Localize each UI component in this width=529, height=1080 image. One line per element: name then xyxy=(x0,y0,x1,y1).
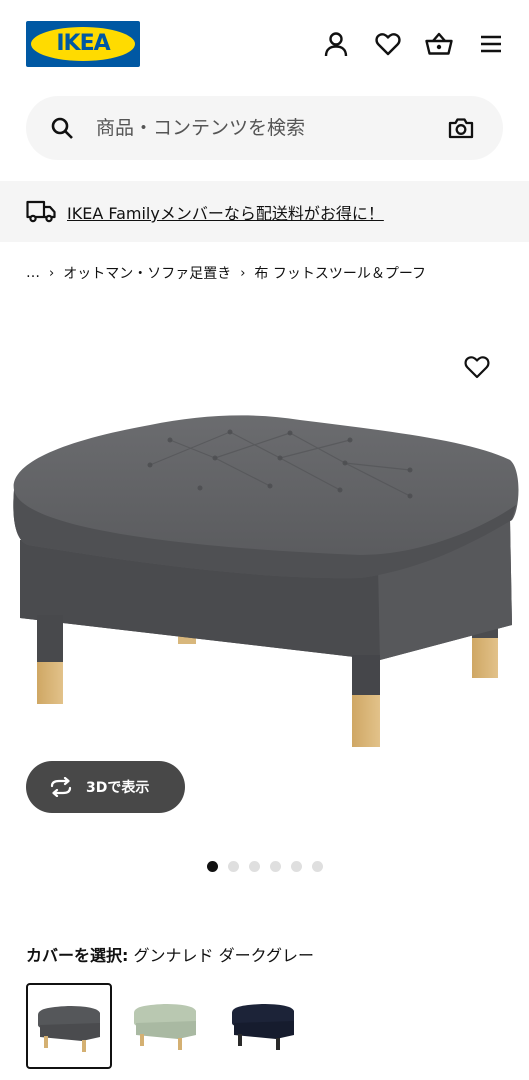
swatch-image xyxy=(232,1004,294,1050)
logo-text: IKEA xyxy=(56,31,110,56)
breadcrumb-item-footstool[interactable]: 布 フットスツール＆プーフ xyxy=(254,263,426,283)
cover-selected-name: グンナレド ダークグレー xyxy=(133,946,314,965)
carousel-dot[interactable] xyxy=(291,861,302,872)
camera-icon[interactable] xyxy=(448,115,474,141)
chevron-right-icon: › xyxy=(240,265,246,281)
breadcrumb: … › オットマン・ソファ足置き › 布 フットスツール＆プーフ xyxy=(26,263,426,283)
family-banner-link[interactable]: IKEA Familyメンバーなら配送料がお得に！ xyxy=(67,200,384,224)
favorite-heart-icon[interactable] xyxy=(464,355,492,383)
cover-swatch-dark-blue[interactable] xyxy=(222,983,308,1069)
view-3d-label: 3Dで表示 xyxy=(86,780,150,796)
carousel-dot[interactable] xyxy=(249,861,260,872)
swatch-image xyxy=(134,1004,196,1050)
carousel-dot[interactable] xyxy=(207,861,218,872)
basket-icon[interactable] xyxy=(425,30,453,58)
cover-swatch-dark-grey[interactable] xyxy=(26,983,112,1069)
ikea-logo[interactable]: IKEA xyxy=(26,21,140,67)
heart-icon[interactable] xyxy=(374,30,402,58)
chevron-right-icon: › xyxy=(49,265,55,281)
search-input[interactable] xyxy=(96,106,436,150)
rotate-3d-icon xyxy=(48,777,74,797)
swatch-image xyxy=(38,1006,100,1052)
account-icon[interactable] xyxy=(322,30,350,58)
truck-icon xyxy=(26,199,56,223)
carousel-dot[interactable] xyxy=(270,861,281,872)
breadcrumb-item-ottoman[interactable]: オットマン・ソファ足置き xyxy=(63,263,231,283)
family-banner: IKEA Familyメンバーなら配送料がお得に！ xyxy=(0,181,529,242)
carousel-dot[interactable] xyxy=(228,861,239,872)
search-icon[interactable] xyxy=(50,116,74,140)
search-bar[interactable] xyxy=(26,96,503,160)
product-image[interactable] xyxy=(0,400,529,760)
cover-label-prefix: カバーを選択: xyxy=(26,946,129,965)
menu-icon[interactable] xyxy=(477,30,505,58)
breadcrumb-item-ellipsis[interactable]: … xyxy=(26,265,40,281)
cover-swatch-light-green[interactable] xyxy=(124,983,210,1069)
cover-select-label: カバーを選択: グンナレド ダークグレー xyxy=(26,942,314,966)
carousel-dot[interactable] xyxy=(312,861,323,872)
view-3d-button[interactable]: 3Dで表示 xyxy=(26,761,185,813)
header: IKEA xyxy=(0,0,529,90)
image-carousel-dots xyxy=(207,861,323,872)
